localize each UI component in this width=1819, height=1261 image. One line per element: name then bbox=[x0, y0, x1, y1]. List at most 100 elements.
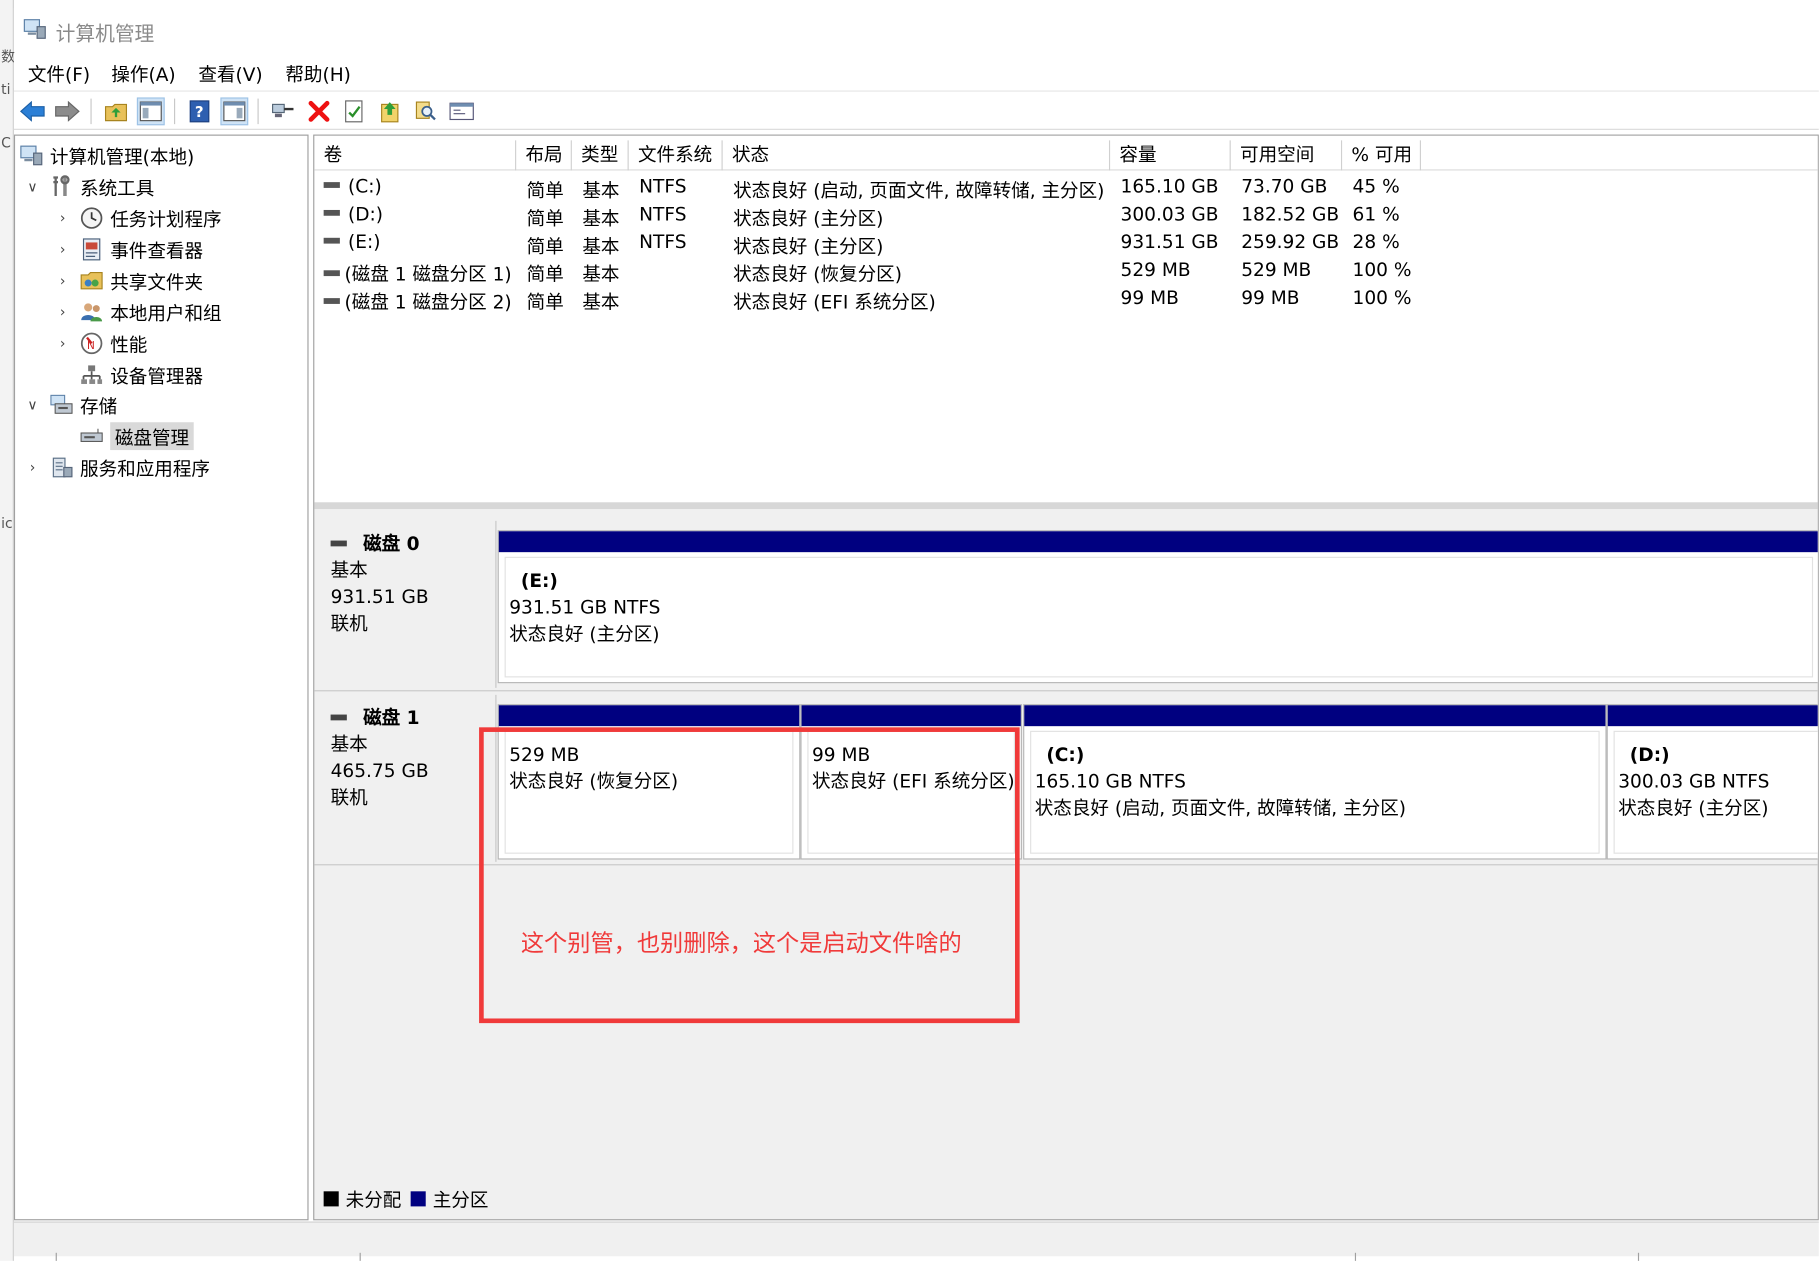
disk-name: 磁盘 1 bbox=[363, 706, 420, 729]
legend-label: 主分区 bbox=[432, 1189, 489, 1212]
show-hide-console-tree-icon[interactable] bbox=[136, 97, 165, 126]
tree-item-label: 服务和应用程序 bbox=[80, 457, 210, 480]
column-header-type[interactable]: 类型 bbox=[572, 140, 629, 171]
partition-e[interactable]: (E:) 931.51 GB NTFS 状态良好 (主分区) bbox=[497, 530, 1818, 684]
connect-icon[interactable] bbox=[269, 97, 297, 125]
svg-text:N: N bbox=[87, 340, 95, 352]
volume-filesystem: NTFS bbox=[639, 203, 687, 226]
column-header-filesystem[interactable]: 文件系统 bbox=[629, 140, 723, 171]
primary-partition-bar bbox=[1607, 705, 1818, 727]
menu-help[interactable]: 帮助(H) bbox=[285, 59, 351, 87]
chevron-right-icon[interactable]: › bbox=[55, 241, 71, 257]
table-row[interactable]: (磁盘 1 磁盘分区 1) 简单 基本 状态良好 (恢复分区) 529 MB 5… bbox=[314, 256, 1817, 287]
tree-item-label: 共享文件夹 bbox=[110, 270, 204, 293]
table-row[interactable]: (C:) 简单 基本 NTFS 状态良好 (启动, 页面文件, 故障转储, 主分… bbox=[314, 173, 1817, 202]
up-folder-icon[interactable] bbox=[102, 97, 130, 125]
tree-item-performance[interactable]: › N 性能 bbox=[55, 328, 147, 357]
disk-0-label[interactable]: 磁盘 0 基本 931.51 GB 联机 bbox=[316, 520, 497, 688]
table-row[interactable]: (磁盘 1 磁盘分区 2) 简单 基本 状态良好 (EFI 系统分区) 99 M… bbox=[314, 284, 1817, 314]
volume-layout: 简单 bbox=[526, 235, 564, 258]
event-log-icon bbox=[80, 237, 103, 260]
forward-arrow-icon[interactable] bbox=[53, 97, 81, 125]
menu-action[interactable]: 操作(A) bbox=[111, 59, 175, 87]
volume-layout: 简单 bbox=[526, 291, 564, 314]
volume-icon bbox=[323, 298, 340, 304]
chevron-down-icon[interactable]: ∨ bbox=[24, 178, 40, 194]
volume-name: (磁盘 1 磁盘分区 1) bbox=[323, 259, 512, 287]
volume-layout: 简单 bbox=[526, 263, 564, 286]
volume-icon bbox=[323, 182, 340, 188]
show-action-pane-icon[interactable] bbox=[220, 97, 249, 126]
volume-percent-free: 100 % bbox=[1352, 258, 1412, 281]
tree-item-label: 计算机管理(本地) bbox=[49, 145, 195, 168]
column-header-layout[interactable]: 布局 bbox=[516, 140, 572, 171]
import-icon[interactable] bbox=[376, 97, 404, 125]
column-header-capacity[interactable]: 容量 bbox=[1110, 140, 1231, 171]
column-header-free-space[interactable]: 可用空间 bbox=[1231, 140, 1343, 171]
chevron-right-icon[interactable]: › bbox=[55, 335, 71, 351]
primary-partition-bar bbox=[801, 705, 1021, 727]
tree-item-computer-management[interactable]: 计算机管理(本地) bbox=[17, 140, 194, 169]
tree-item-services-apps[interactable]: › 服务和应用程序 bbox=[24, 452, 210, 481]
volume-layout: 简单 bbox=[526, 207, 564, 230]
volume-type: 基本 bbox=[582, 207, 620, 230]
partition-d[interactable]: (D:) 300.03 GB NTFS 状态良好 (主分区) bbox=[1606, 704, 1818, 860]
partition-legend: 未分配 主分区 bbox=[323, 1184, 489, 1212]
volume-icon bbox=[323, 237, 340, 244]
console-tree: 计算机管理(本地) ∨ 系统工具 › 任务计划程序 › 事件查看器 › 共享文件… bbox=[13, 134, 309, 1221]
column-header-volume[interactable]: 卷 bbox=[314, 140, 517, 171]
disk-type: 基本 bbox=[330, 733, 368, 756]
volume-free: 73.70 GB bbox=[1241, 175, 1328, 198]
tree-item-event-viewer[interactable]: › 事件查看器 bbox=[55, 234, 203, 263]
tree-item-storage[interactable]: ∨ 存储 bbox=[24, 390, 117, 419]
pane-splitter[interactable] bbox=[314, 502, 1818, 510]
computer-management-icon bbox=[23, 19, 46, 40]
volume-capacity: 931.51 GB bbox=[1120, 230, 1219, 253]
chevron-right-icon[interactable]: › bbox=[55, 303, 71, 319]
tree-item-local-users[interactable]: › 本地用户和组 bbox=[55, 297, 222, 326]
toolbar: ? bbox=[13, 90, 1819, 130]
tree-item-label: 本地用户和组 bbox=[110, 302, 222, 325]
computer-management-window: 数 ti C ic 计算机管理 文件(F) 操作(A) 查看(V) 帮助(H) bbox=[0, 0, 1819, 1261]
back-arrow-icon[interactable] bbox=[19, 97, 47, 125]
chevron-right-icon[interactable]: › bbox=[24, 459, 40, 475]
svg-text:?: ? bbox=[195, 103, 204, 121]
volume-type: 基本 bbox=[582, 235, 620, 258]
partition-name: (D:) bbox=[1629, 743, 1670, 766]
volume-type: 基本 bbox=[582, 179, 620, 202]
volume-status: 状态良好 (主分区) bbox=[733, 207, 884, 230]
tree-item-shared-folders[interactable]: › 共享文件夹 bbox=[55, 266, 203, 295]
volume-icon bbox=[323, 209, 340, 216]
disk-size: 465.75 GB bbox=[330, 759, 429, 782]
tree-item-disk-management[interactable]: › 磁盘管理 bbox=[55, 421, 194, 450]
disk-icon bbox=[330, 714, 347, 721]
table-row[interactable]: (E:) 简单 基本 NTFS 状态良好 (主分区) 931.51 GB 259… bbox=[314, 229, 1817, 258]
chevron-right-icon[interactable]: › bbox=[55, 209, 71, 225]
disk-state: 联机 bbox=[330, 612, 368, 635]
help-icon[interactable]: ? bbox=[186, 97, 214, 125]
tree-item-system-tools[interactable]: ∨ 系统工具 bbox=[24, 172, 154, 201]
partition-status: 状态良好 (启动, 页面文件, 故障转储, 主分区) bbox=[1034, 796, 1407, 819]
column-header-status[interactable]: 状态 bbox=[723, 140, 1111, 171]
console-icon[interactable] bbox=[448, 97, 476, 125]
table-row[interactable]: (D:) 简单 基本 NTFS 状态良好 (主分区) 300.03 GB 182… bbox=[314, 201, 1817, 230]
edge-glyph: ic bbox=[1, 515, 13, 532]
volume-filesystem: NTFS bbox=[639, 175, 687, 198]
primary-partition-bar bbox=[498, 531, 1818, 553]
tree-item-device-manager[interactable]: › 设备管理器 bbox=[55, 360, 203, 389]
chevron-down-icon[interactable]: ∨ bbox=[24, 396, 40, 412]
properties-icon[interactable] bbox=[340, 97, 368, 125]
menu-view[interactable]: 查看(V) bbox=[198, 59, 262, 87]
storage-icon bbox=[50, 393, 73, 416]
disk-1-label[interactable]: 磁盘 1 基本 465.75 GB 联机 bbox=[316, 694, 497, 862]
tools-icon bbox=[50, 174, 73, 198]
delete-icon[interactable] bbox=[305, 97, 333, 125]
volume-status: 状态良好 (EFI 系统分区) bbox=[733, 291, 936, 314]
disk-icon bbox=[330, 540, 347, 547]
menu-file[interactable]: 文件(F) bbox=[28, 59, 90, 87]
chevron-right-icon[interactable]: › bbox=[55, 272, 71, 288]
search-icon[interactable] bbox=[412, 97, 440, 125]
column-header-percent-free[interactable]: % 可用 bbox=[1342, 140, 1421, 171]
tree-item-task-scheduler[interactable]: › 任务计划程序 bbox=[55, 203, 222, 232]
partition-c[interactable]: (C:) 165.10 GB NTFS 状态良好 (启动, 页面文件, 故障转储… bbox=[1023, 704, 1607, 860]
